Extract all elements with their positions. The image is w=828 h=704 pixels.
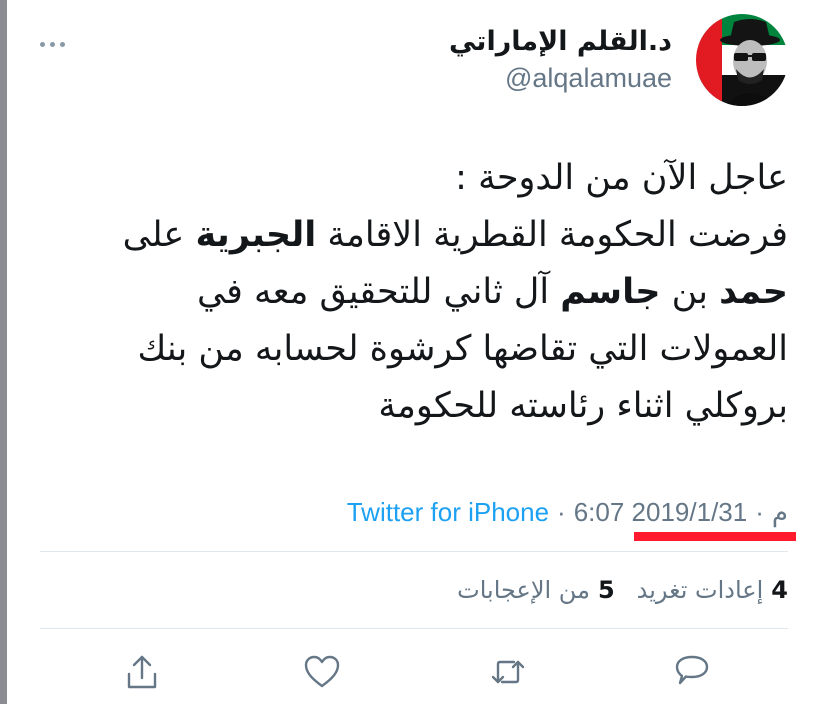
more-options-icon[interactable] (40, 36, 76, 52)
retweets-label: إعادات تغريد (636, 576, 764, 604)
likes-count: 5 (597, 576, 615, 604)
tweet-text: عاجل الآن من الدوحة : فرضت الحكومة القطري… (98, 150, 788, 435)
tweet-text-bold-segment: حمد (719, 272, 788, 312)
tweet-text-bold-segment: الجبرية (195, 215, 317, 255)
tweet-text-line: العمولات التي تقاضها كرشوة لحسابه من بنك (98, 321, 788, 378)
tweet-text-bold-segment: جاسم (560, 272, 661, 312)
meta-separator: · (755, 497, 764, 527)
tweet-text-segment: آل ثاني للتحقيق معه في (196, 272, 561, 312)
user-handle[interactable]: @alqalamuae (449, 60, 672, 96)
likes-stat[interactable]: 5من الإعجابات (457, 576, 615, 604)
retweets-count: 4 (771, 576, 788, 604)
divider (40, 628, 788, 629)
tweet-text-segment: بن (660, 272, 720, 312)
tweet-text-segment: بروكلي اثناء رئاسته للحكومة (378, 386, 788, 426)
tweet-text-line: فرضت الحكومة القطرية الاقامة الجبرية على (98, 207, 788, 264)
heart-icon[interactable] (298, 648, 346, 696)
tweet-meta: Twitter for iPhone · 6:07 م·2019/1/31 (347, 492, 788, 532)
tweet-actions (40, 648, 788, 696)
meta-separator: · (557, 497, 566, 527)
tweet-text-segment: فرضت الحكومة القطرية الاقامة (316, 215, 788, 255)
user-names: د.القلم الإماراتي @alqalamuae (449, 24, 672, 96)
likes-label: من الإعجابات (457, 576, 590, 604)
reply-icon[interactable] (668, 648, 716, 696)
tweet-stats: 4إعادات تغريد 5من الإعجابات (457, 568, 788, 612)
tweet-text-segment: العمولات التي تقاضها كرشوة لحسابه من بنك (137, 329, 788, 369)
share-icon[interactable] (118, 648, 166, 696)
tweet-text-line: عاجل الآن من الدوحة : (98, 150, 788, 207)
retweets-stat[interactable]: 4إعادات تغريد (637, 576, 788, 604)
date-highlight-underline (634, 532, 796, 541)
tweet-text-segment: عاجل الآن من الدوحة : (455, 158, 788, 198)
tweet-text-line: حمد بن جاسم آل ثاني للتحقيق معه في (98, 264, 788, 321)
avatar[interactable] (696, 14, 788, 106)
source-link[interactable]: Twitter for iPhone (347, 497, 549, 527)
tweet-text-line: بروكلي اثناء رئاسته للحكومة (98, 378, 788, 435)
tweet-date[interactable]: 2019/1/31 (632, 497, 748, 527)
tweet-text-segment: على (122, 215, 196, 255)
left-border (0, 0, 7, 704)
display-name[interactable]: د.القلم الإماراتي (449, 24, 672, 60)
divider (40, 551, 788, 552)
tweet-header: د.القلم الإماراتي @alqalamuae (449, 12, 788, 108)
retweet-icon[interactable] (484, 648, 532, 696)
